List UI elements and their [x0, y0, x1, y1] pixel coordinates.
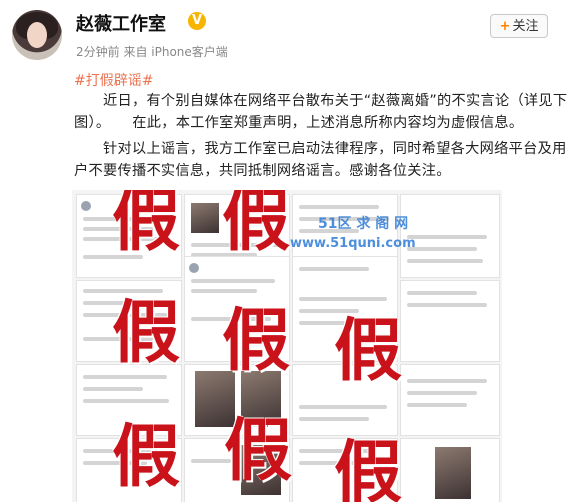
plus-icon: +: [499, 19, 511, 34]
avatar-face: [27, 22, 47, 48]
fake-stamp: 假: [222, 190, 291, 261]
post-header: 赵薇工作室 V 2分钟前 来自 iPhone客户端 + 关注: [0, 0, 583, 70]
post-paragraph-1: 近日，有个别自媒体在网络平台散布关于“赵薇离婚”的不实言论（详见下图）。 在此，…: [74, 93, 568, 131]
post-paragraph-2: 针对以上谣言，我方工作室已启动法律程序，同时希望各大网络平台及用户不要传播不实信…: [74, 141, 567, 179]
avatar-icon: [81, 201, 91, 211]
account-name[interactable]: 赵薇工作室: [76, 10, 166, 36]
screenshot-thumb: [400, 364, 500, 436]
photo-thumb: [191, 203, 219, 233]
fake-stamp: 假: [334, 312, 403, 391]
attached-image[interactable]: 假 假 假 假 假 假 假 假: [72, 190, 502, 502]
fake-stamp: 假: [112, 294, 181, 373]
avatar-icon: [189, 263, 199, 273]
fake-stamp: 假: [224, 412, 293, 491]
avatar[interactable]: [12, 10, 62, 60]
fake-stamp: 假: [334, 434, 403, 502]
follow-label: 关注: [512, 19, 539, 34]
fake-stamp: 假: [112, 418, 181, 497]
watermark-url: www.51quni.com: [290, 236, 416, 251]
verified-badge-icon: V: [188, 12, 206, 30]
photo-thumb: [435, 447, 471, 499]
screenshot-thumb: [400, 280, 500, 362]
post-meta: 2分钟前 来自 iPhone客户端: [76, 45, 228, 59]
fake-stamp: 假: [222, 302, 291, 381]
hashtag-link[interactable]: #打假辟谣#: [74, 70, 153, 90]
watermark-text: 51区 求 阁 网: [318, 216, 409, 232]
fake-stamp: 假: [112, 190, 181, 261]
screenshot-thumb: [400, 438, 500, 502]
follow-button[interactable]: + 关注: [490, 14, 548, 38]
